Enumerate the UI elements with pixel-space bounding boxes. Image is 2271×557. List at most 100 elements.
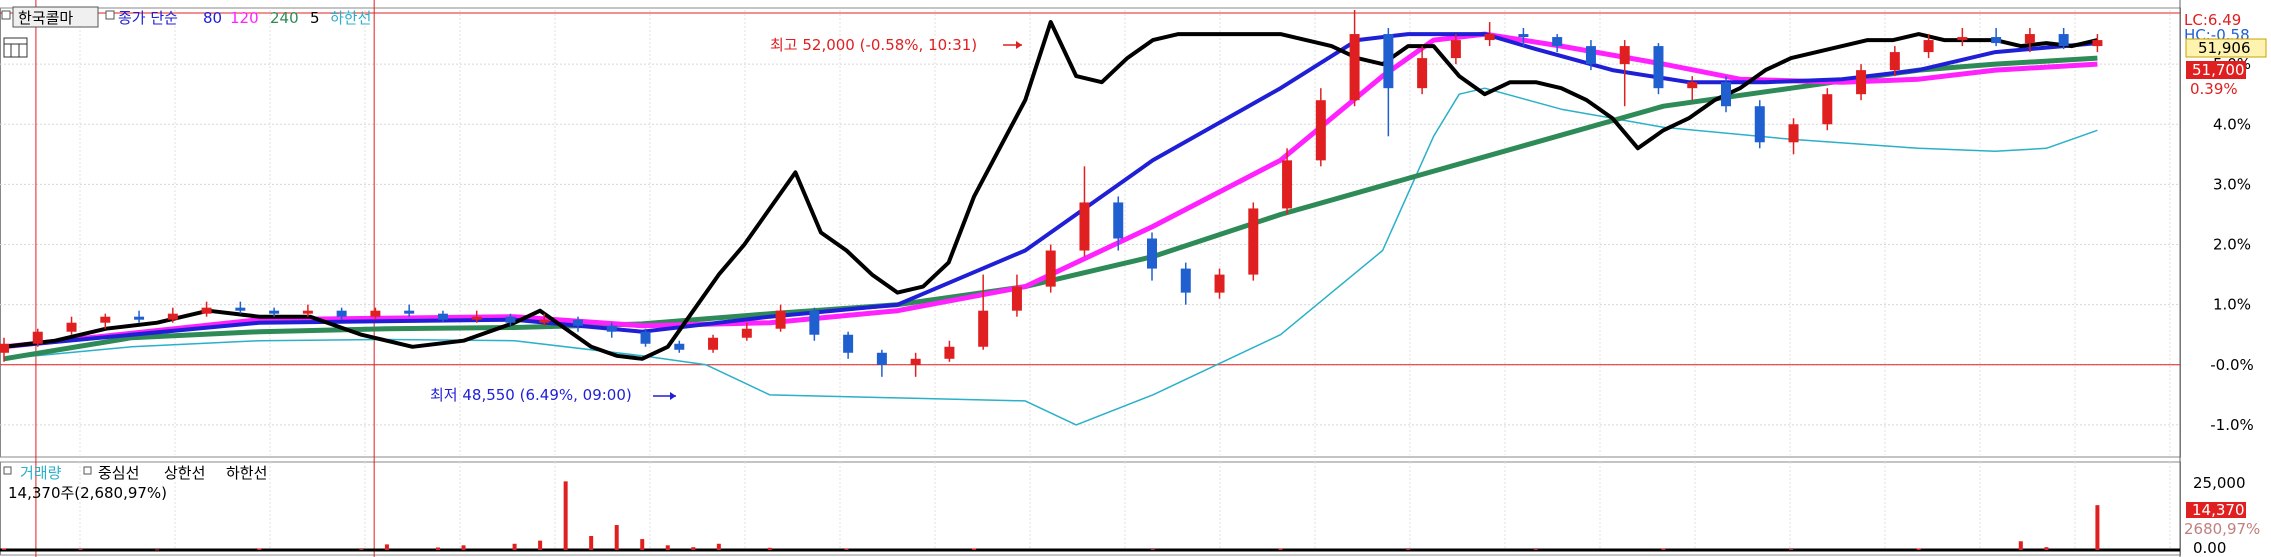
candle-body bbox=[0, 343, 9, 353]
legend-top[interactable]: 한국콜마 종가 단순 80 120 240 5 하한선 bbox=[1, 6, 371, 58]
volume-bars bbox=[0, 481, 2180, 552]
legend-volume[interactable]: 거래량 중심선 상한선 하한선 14,370주(2,680,97%) 25,00… bbox=[3, 464, 2260, 557]
volume-settings-icon[interactable] bbox=[3, 466, 12, 475]
candle-body bbox=[1856, 70, 1867, 95]
candle-body bbox=[100, 316, 111, 323]
candle-body bbox=[1315, 100, 1326, 161]
y-tick-label: -1.0% bbox=[2210, 416, 2254, 434]
candle-body bbox=[606, 325, 617, 332]
ma80-label: 80 bbox=[203, 9, 222, 27]
candle-body bbox=[1180, 268, 1191, 293]
candle-body bbox=[944, 346, 955, 359]
volume-bar bbox=[155, 549, 160, 551]
change-label: 0.39% bbox=[2190, 80, 2238, 98]
candle-body bbox=[1383, 34, 1394, 89]
band-settings-icon[interactable] bbox=[83, 466, 92, 475]
volume-bar bbox=[359, 549, 364, 551]
volume-bar bbox=[1789, 549, 1794, 551]
low-annotation: 최저 48,550 (6.49%, 09:00) bbox=[430, 386, 632, 404]
volume-bar bbox=[767, 547, 772, 550]
volume-bar bbox=[436, 547, 440, 550]
calendar-icon[interactable] bbox=[3, 37, 28, 58]
stock-chart[interactable]: 5.0%4.0%3.0%2.0%1.0%-0.0%-1.0% 한국콜마 종가 단… bbox=[0, 0, 2271, 557]
candle-body bbox=[437, 313, 448, 320]
ma5-line bbox=[3, 20, 2098, 361]
candle-body bbox=[2092, 40, 2103, 47]
ma120-label: 120 bbox=[230, 9, 259, 27]
candle-body bbox=[370, 310, 381, 317]
candle-body bbox=[809, 310, 820, 335]
ma240-label: 240 bbox=[270, 9, 299, 27]
volume-bar bbox=[512, 543, 517, 550]
y-tick-label: 1.0% bbox=[2213, 296, 2251, 314]
candle-body bbox=[1045, 250, 1056, 287]
candle-body bbox=[1957, 37, 1968, 41]
candle-body bbox=[167, 313, 178, 320]
candle-body bbox=[66, 322, 77, 332]
candle-body bbox=[1518, 34, 1529, 38]
volume-bar bbox=[614, 525, 619, 550]
center-line-legend: 중심선 bbox=[98, 464, 139, 482]
volume-bar bbox=[1278, 548, 1283, 550]
y-tick-label: 2.0% bbox=[2213, 236, 2251, 254]
ma5-label: 5 bbox=[310, 9, 320, 27]
candle-body bbox=[1923, 40, 1934, 53]
lower-band-legend: 하한선 bbox=[226, 464, 267, 482]
candle-body bbox=[539, 319, 550, 323]
right-axis: LC:6.49 HC:-0.58 51,906 51,700 0.39% bbox=[2184, 11, 2267, 98]
candle-body bbox=[1282, 160, 1293, 209]
candle-body bbox=[1484, 34, 1495, 41]
settings-icon[interactable] bbox=[1, 10, 11, 20]
candle-body bbox=[1687, 82, 1698, 89]
volume-zero-tick: 0.00 bbox=[2193, 539, 2226, 557]
volume-bar bbox=[2018, 541, 2023, 550]
candle-body bbox=[201, 307, 212, 314]
candle-body bbox=[1552, 37, 1563, 47]
volume-bar bbox=[640, 539, 645, 550]
volume-bar bbox=[1150, 549, 1155, 551]
high-arrow-head bbox=[1016, 41, 1022, 49]
candle-body bbox=[2024, 34, 2035, 44]
y-tick-label: 4.0% bbox=[2213, 115, 2251, 133]
candle-body bbox=[1585, 46, 1596, 65]
candle-body bbox=[1011, 286, 1022, 311]
candle-body bbox=[1349, 34, 1360, 101]
ma240-line bbox=[3, 55, 2098, 362]
volume-bar bbox=[1916, 548, 1921, 550]
candle-body bbox=[1113, 202, 1124, 239]
candle-body bbox=[32, 331, 43, 344]
price-label: 51,700 bbox=[2192, 61, 2245, 79]
candle-body bbox=[2058, 34, 2069, 47]
candle-body bbox=[134, 316, 145, 320]
volume-pct: 2680,97% bbox=[2184, 520, 2260, 538]
candle-body bbox=[1889, 52, 1900, 71]
candle-body bbox=[235, 307, 246, 311]
low-arrow-head bbox=[670, 392, 676, 400]
volume-value-text: 14,370주(2,680,97%) bbox=[8, 484, 167, 502]
volume-bar bbox=[691, 547, 696, 550]
candle-body bbox=[573, 319, 583, 326]
volume-bar bbox=[2044, 547, 2049, 550]
volume-bar bbox=[589, 535, 594, 550]
candle-body bbox=[1788, 124, 1799, 143]
candle-body bbox=[708, 337, 719, 350]
candle-body bbox=[1147, 238, 1157, 269]
volume-max-tick: 25,000 bbox=[2193, 474, 2246, 492]
lower-band-label: 하한선 bbox=[330, 9, 371, 27]
candle-body bbox=[1991, 37, 2002, 44]
candle-body bbox=[471, 316, 482, 320]
candle-body bbox=[1079, 202, 1090, 251]
candle-body bbox=[336, 310, 347, 317]
annotations: 최고 52,000 (-0.58%, 10:31) 최저 48,550 (6.4… bbox=[430, 36, 1022, 404]
volume-bar bbox=[665, 545, 670, 550]
symbol-name: 한국콜마 bbox=[18, 9, 73, 27]
candle-body bbox=[1619, 46, 1630, 65]
volume-bar bbox=[1533, 549, 1538, 551]
volume-bar bbox=[563, 481, 568, 550]
volume-bar bbox=[2, 548, 6, 550]
candle-body bbox=[843, 334, 854, 353]
candle-body bbox=[1248, 208, 1259, 275]
ma-settings-icon[interactable] bbox=[105, 10, 115, 20]
candle-body bbox=[741, 328, 752, 338]
grid: 5.0%4.0%3.0%2.0%1.0%-0.0%-1.0% bbox=[0, 10, 2254, 550]
